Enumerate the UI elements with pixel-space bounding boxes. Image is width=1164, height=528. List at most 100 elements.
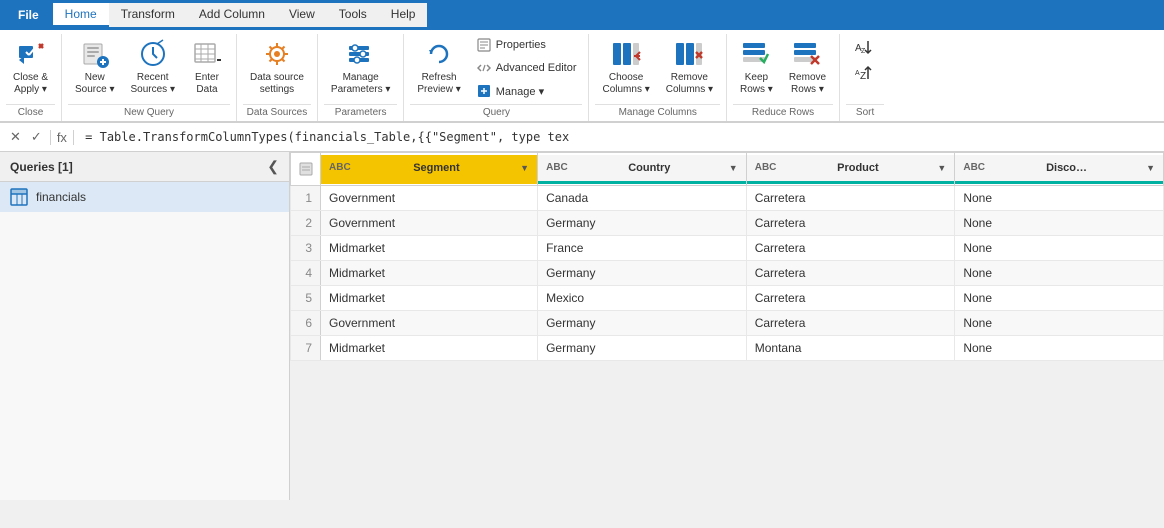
cell-product: Carretera — [746, 211, 955, 236]
sort-asc-button[interactable]: A Z — [846, 34, 884, 60]
close-group-label: Close — [6, 104, 55, 121]
keep-rows-button[interactable]: KeepRows ▾ — [733, 34, 780, 100]
sidebar-item-financials-label: financials — [36, 190, 86, 204]
formula-bar-fx: fx — [50, 130, 74, 145]
refresh-preview-button[interactable]: RefreshPreview ▾ — [410, 34, 467, 100]
tab-transform[interactable]: Transform — [109, 3, 187, 27]
country-name: Country — [574, 162, 725, 174]
formula-cancel-button[interactable]: ✕ — [6, 127, 25, 147]
close-apply-label: Close &Apply ▾ — [13, 72, 48, 96]
selector-col-header[interactable] — [291, 153, 321, 186]
cell-country: Mexico — [538, 286, 747, 311]
sidebar-item-financials[interactable]: financials — [0, 182, 289, 212]
refresh-preview-label: RefreshPreview ▾ — [417, 72, 460, 96]
ribbon-group-sort: A Z A Z — [840, 34, 890, 121]
query-group-label: Query — [410, 104, 582, 121]
svg-text:Z: Z — [860, 71, 866, 81]
advanced-editor-label: Advanced Editor — [496, 62, 577, 74]
country-dropdown[interactable]: ▼ — [729, 163, 738, 173]
choose-columns-label: ChooseColumns ▾ — [602, 72, 649, 96]
manage-icon — [476, 83, 492, 99]
cell-product: Carretera — [746, 186, 955, 211]
country-type: ABC — [546, 162, 568, 173]
cell-country: Germany — [538, 336, 747, 361]
recent-sources-button[interactable]: RecentSources ▾ — [124, 34, 182, 100]
file-tab[interactable]: File — [4, 4, 53, 26]
content-row: Queries [1] ❮ financials — [0, 152, 1164, 500]
sidebar-collapse-button[interactable]: ❮ — [267, 158, 279, 175]
new-source-label: NewSource ▾ — [75, 72, 114, 96]
remove-columns-button[interactable]: RemoveColumns ▾ — [659, 34, 720, 100]
enter-data-button[interactable]: EnterData — [184, 34, 230, 100]
col-header-discount[interactable]: ABC Disco… ▼ — [955, 153, 1164, 186]
formula-confirm-button[interactable]: ✓ — [27, 127, 46, 147]
tab-add-column[interactable]: Add Column — [187, 3, 277, 27]
cell-segment: Midmarket — [321, 261, 538, 286]
enter-data-icon — [191, 38, 223, 70]
sort-desc-button[interactable]: A Z — [846, 60, 884, 86]
data-grid-container[interactable]: ABC Segment ▼ ABC Cou — [290, 152, 1164, 500]
properties-button[interactable]: Properties — [470, 34, 583, 56]
cell-discount: None — [955, 336, 1164, 361]
cell-discount: None — [955, 286, 1164, 311]
cell-discount: None — [955, 236, 1164, 261]
cell-product: Carretera — [746, 261, 955, 286]
cell-segment: Midmarket — [321, 286, 538, 311]
advanced-editor-button[interactable]: Advanced Editor — [470, 57, 583, 79]
cell-country: Canada — [538, 186, 747, 211]
close-apply-button[interactable]: Close &Apply ▾ — [6, 34, 55, 100]
manage-parameters-icon — [345, 38, 377, 70]
table-row: 6 Government Germany Carretera None — [291, 311, 1164, 336]
sidebar: Queries [1] ❮ financials — [0, 152, 290, 500]
remove-rows-button[interactable]: RemoveRows ▾ — [782, 34, 833, 100]
keep-rows-label: KeepRows ▾ — [740, 72, 773, 96]
ribbon-group-query: RefreshPreview ▾ Properties — [404, 34, 589, 121]
new-source-button[interactable]: NewSource ▾ — [68, 34, 121, 100]
cell-product: Carretera — [746, 286, 955, 311]
data-source-settings-icon — [261, 38, 293, 70]
manage-columns-group-label: Manage Columns — [595, 104, 720, 121]
ribbon-group-manage-columns: ChooseColumns ▾ RemoveColumns ▾ — [589, 34, 727, 121]
formula-input[interactable] — [78, 130, 1158, 144]
properties-icon — [476, 37, 492, 53]
manage-parameters-button[interactable]: ManageParameters ▾ — [324, 34, 397, 100]
cell-segment: Midmarket — [321, 236, 538, 261]
cell-segment: Government — [321, 211, 538, 236]
formula-bar: ✕ ✓ fx — [0, 122, 1164, 152]
remove-rows-icon — [791, 38, 823, 70]
new-source-icon — [79, 38, 111, 70]
row-num: 1 — [291, 186, 321, 211]
segment-type: ABC — [329, 162, 351, 173]
discount-name: Disco… — [991, 162, 1142, 174]
cell-discount: None — [955, 211, 1164, 236]
segment-dropdown[interactable]: ▼ — [520, 163, 529, 173]
col-header-segment[interactable]: ABC Segment ▼ — [321, 153, 538, 186]
ribbon-group-parameters: ManageParameters ▾ Parameters — [318, 34, 404, 121]
col-header-country[interactable]: ABC Country ▼ — [538, 153, 747, 186]
tab-help[interactable]: Help — [379, 3, 428, 27]
choose-columns-button[interactable]: ChooseColumns ▾ — [595, 34, 656, 100]
manage-button[interactable]: Manage ▾ — [470, 80, 583, 102]
data-source-settings-button[interactable]: Data sourcesettings — [243, 34, 311, 100]
remove-columns-label: RemoveColumns ▾ — [666, 72, 713, 96]
formula-bar-actions: ✕ ✓ — [6, 127, 46, 147]
row-num: 7 — [291, 336, 321, 361]
cell-country: Germany — [538, 311, 747, 336]
ribbon-group-data-sources: Data sourcesettings Data Sources — [237, 34, 318, 121]
manage-label: Manage ▾ — [496, 85, 544, 98]
discount-dropdown[interactable]: ▼ — [1146, 163, 1155, 173]
recent-sources-label: RecentSources ▾ — [131, 72, 175, 96]
tab-home[interactable]: Home — [53, 3, 109, 27]
query-small-buttons: Properties Advanced Editor — [470, 34, 583, 102]
col-header-product[interactable]: ABC Product ▼ — [746, 153, 955, 186]
table-row: 4 Midmarket Germany Carretera None — [291, 261, 1164, 286]
tab-tools[interactable]: Tools — [327, 3, 379, 27]
data-sources-group-label: Data Sources — [243, 104, 311, 121]
table-icon — [10, 188, 28, 206]
ribbon-group-new-query: NewSource ▾ RecentSources ▾ — [62, 34, 237, 121]
new-query-group-label: New Query — [68, 104, 230, 121]
cell-country: Germany — [538, 211, 747, 236]
product-dropdown[interactable]: ▼ — [937, 163, 946, 173]
svg-text:Z: Z — [861, 48, 866, 55]
tab-view[interactable]: View — [277, 3, 327, 27]
